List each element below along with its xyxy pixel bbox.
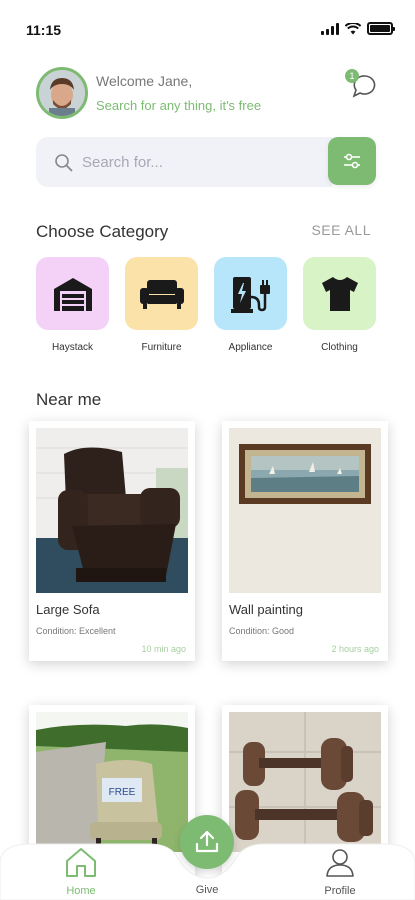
category-tile — [303, 257, 376, 330]
item-time: 10 min ago — [141, 644, 186, 654]
see-all-link[interactable]: SEE ALL — [311, 222, 371, 238]
give-button[interactable] — [180, 815, 234, 869]
category-tile — [214, 257, 287, 330]
category-tile — [36, 257, 109, 330]
category-furniture[interactable]: Furniture — [125, 257, 198, 353]
item-card-large-sofa[interactable]: Large Sofa Condition: Excellent 10 min a… — [29, 421, 195, 661]
category-label: Furniture — [141, 342, 182, 353]
wifi-icon — [345, 22, 361, 34]
item-card-wall-painting[interactable]: Wall painting Condition: Good 2 hours ag… — [222, 421, 388, 661]
item-image — [229, 428, 381, 593]
status-icons — [321, 22, 395, 35]
chat-button[interactable]: 1 — [345, 69, 379, 103]
tshirt-icon — [321, 276, 358, 311]
sofa-icon — [139, 279, 184, 309]
item-time: 2 hours ago — [331, 644, 379, 654]
garage-icon — [53, 277, 92, 311]
signal-icon — [321, 22, 339, 35]
category-tile — [125, 257, 198, 330]
category-clothing[interactable]: Clothing — [303, 257, 376, 353]
nav-profile[interactable]: Profile — [318, 846, 362, 897]
category-section-title: Choose Category — [36, 222, 169, 241]
item-name: Large Sofa — [36, 602, 100, 617]
filter-button[interactable] — [328, 137, 376, 185]
header: Welcome Jane, Search for any thing, it's… — [36, 67, 379, 121]
item-name: Wall painting — [229, 602, 303, 617]
category-label: Haystack — [51, 342, 94, 353]
category-label: Appliance — [228, 342, 273, 353]
greeting-subtitle: Search for any thing, it's free — [96, 98, 262, 113]
near-me-title: Near me — [36, 390, 102, 409]
nav-home-label: Home — [66, 885, 96, 897]
home-icon — [66, 848, 96, 877]
svg-text:FREE: FREE — [109, 787, 136, 798]
status-time: 11:15 — [26, 22, 62, 38]
search-input[interactable] — [82, 137, 322, 187]
greeting-text: Welcome Jane, — [96, 73, 193, 89]
category-haystack[interactable]: Haystack — [36, 257, 109, 353]
nav-give[interactable]: Give — [187, 882, 227, 896]
nav-home[interactable]: Home — [62, 846, 100, 897]
status-bar: 11:15 — [0, 0, 415, 56]
item-image — [229, 712, 381, 852]
item-condition: Condition: Good — [229, 626, 295, 636]
search-icon — [55, 154, 73, 172]
category-list: Haystack Furniture Appliance Clothing — [36, 257, 376, 357]
item-condition: Condition: Excellent — [36, 626, 116, 636]
item-image: FREE — [36, 712, 188, 852]
category-appliance[interactable]: Appliance — [214, 257, 287, 353]
battery-icon — [367, 22, 395, 35]
search-row — [36, 137, 376, 187]
ev-charger-icon — [230, 276, 270, 313]
profile-icon — [326, 849, 354, 877]
upload-icon — [195, 830, 219, 853]
category-label: Clothing — [321, 342, 358, 353]
filter-icon — [344, 153, 360, 169]
nav-profile-label: Profile — [324, 885, 356, 897]
chat-badge: 1 — [345, 69, 359, 83]
item-image — [36, 428, 188, 593]
search-box — [36, 137, 332, 187]
avatar[interactable] — [36, 67, 88, 119]
nav-give-label: Give — [195, 884, 219, 896]
